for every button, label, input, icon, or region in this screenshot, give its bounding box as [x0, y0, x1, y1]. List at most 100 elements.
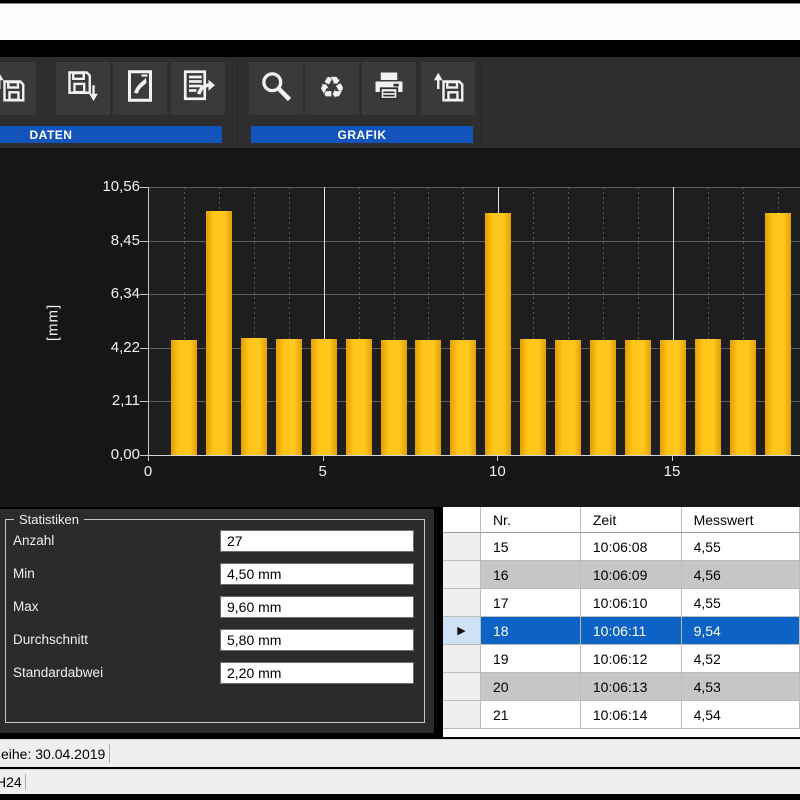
stat-value-max-input[interactable]: 9,60 mm — [220, 596, 414, 618]
table-row[interactable]: 1510:06:084,55 — [443, 533, 800, 561]
statistics-panel: Statistiken Anzahl27Min4,50 mmMax9,60 mm… — [0, 509, 434, 733]
y-axis-title: [mm] — [45, 291, 62, 355]
y-tick-label: 6,34 — [78, 285, 140, 302]
cell-nr: 17 — [481, 589, 581, 617]
x-tick-label: 15 — [650, 463, 694, 480]
measurement-bar — [520, 339, 546, 455]
recycle-icon: ♻ — [319, 74, 346, 104]
cell-zeit: 10:06:12 — [581, 645, 682, 673]
y-tick-mark — [140, 401, 148, 402]
measurement-bar — [171, 340, 197, 455]
measurement-bar — [346, 339, 372, 455]
ribbon-group-label-daten: DATEN — [0, 126, 222, 143]
row-selector-cell[interactable] — [443, 645, 481, 673]
table-row[interactable]: 1710:06:104,55 — [443, 589, 800, 617]
y-tick-label: 8,45 — [78, 232, 140, 249]
stat-label-standardabwei: Standardabwei — [13, 665, 103, 680]
row-selector-cell[interactable] — [443, 561, 481, 589]
status-bar-device: H24 — [0, 769, 800, 794]
measurement-bar — [555, 340, 581, 455]
stat-label-min: Min — [13, 566, 35, 581]
cell-messwert: 4,54 — [682, 701, 800, 729]
refresh-graphic-button[interactable]: ♻ — [305, 62, 359, 115]
x-tick-label: 0 — [126, 463, 170, 480]
x-tick-mark — [497, 455, 498, 461]
table-row[interactable]: 2010:06:134,53 — [443, 673, 800, 701]
export-report-button[interactable] — [171, 62, 225, 115]
cell-messwert: 4,52 — [682, 645, 800, 673]
y-tick-label: 10,56 — [78, 178, 140, 195]
status-series-date: eihe: 30.04.2019 — [1, 746, 105, 762]
y-tick-label: 0,00 — [78, 446, 140, 463]
cell-nr: 21 — [481, 701, 581, 729]
row-selector-cell[interactable] — [443, 673, 481, 701]
status-device-id: H24 — [0, 774, 22, 790]
table-row[interactable]: 2110:06:144,54 — [443, 701, 800, 729]
measurement-bar — [450, 340, 476, 455]
toolbar-group-divider — [237, 61, 238, 147]
y-tick-mark — [140, 294, 148, 295]
zoom-graphic-button[interactable] — [249, 62, 303, 115]
stat-value-anzahl-input[interactable]: 27 — [220, 530, 414, 552]
gridline-horizontal — [149, 187, 800, 188]
cell-messwert: 4,55 — [682, 589, 800, 617]
measurement-bar — [415, 340, 441, 455]
cell-nr: 18 — [481, 617, 581, 645]
load-data-button[interactable] — [0, 62, 36, 115]
stat-label-max: Max — [13, 599, 39, 614]
status-separator — [109, 744, 110, 763]
row-selector-cell[interactable] — [443, 701, 481, 729]
chart-area: [mm] 10,568,456,344,222,110,00051015 — [0, 148, 800, 507]
x-tick-label: 10 — [475, 463, 519, 480]
measurement-bar — [485, 213, 511, 455]
y-tick-mark — [140, 455, 148, 456]
cell-nr: 19 — [481, 645, 581, 673]
cell-zeit: 10:06:14 — [581, 701, 682, 729]
measurement-bar — [695, 339, 721, 455]
cell-messwert: 4,55 — [682, 533, 800, 561]
print-graphic-button[interactable] — [362, 62, 416, 115]
cell-messwert: 9,54 — [682, 617, 800, 645]
cell-zeit: 10:06:08 — [581, 533, 682, 561]
process-document-button[interactable] — [113, 62, 167, 115]
cell-nr: 20 — [481, 673, 581, 701]
document-tool-icon — [122, 68, 158, 109]
stat-label-anzahl: Anzahl — [13, 533, 54, 548]
cell-zeit: 10:06:11 — [581, 617, 682, 645]
status-bar-series: eihe: 30.04.2019 — [0, 739, 800, 767]
row-selector-cell[interactable] — [443, 589, 481, 617]
row-selector-cell[interactable] — [443, 533, 481, 561]
table-header-selector — [443, 507, 481, 533]
table-header-nr: Nr. — [481, 507, 581, 533]
table-row[interactable]: 1910:06:124,52 — [443, 645, 800, 673]
measurement-bar — [625, 340, 651, 455]
cell-zeit: 10:06:10 — [581, 589, 682, 617]
cell-zeit: 10:06:09 — [581, 561, 682, 589]
table-row[interactable]: 1610:06:094,56 — [443, 561, 800, 589]
measurement-table: Nr. Zeit Messwert 1510:06:084,551610:06:… — [443, 507, 800, 737]
stat-label-durchschnitt: Durchschnitt — [13, 632, 88, 647]
measurement-bar — [590, 340, 616, 455]
table-header-zeit: Zeit — [581, 507, 682, 533]
table-header-row: Nr. Zeit Messwert — [443, 507, 800, 533]
table-row[interactable]: ▶ 1810:06:119,54 — [443, 617, 800, 645]
stat-value-standardabwei-input[interactable]: 2,20 mm — [220, 662, 414, 684]
top-window-strip — [0, 3, 800, 40]
save-graphic-button[interactable] — [421, 62, 475, 115]
save-data-button[interactable] — [56, 62, 110, 115]
floppy-arrow-down-icon — [65, 68, 101, 109]
measurement-bar — [660, 340, 686, 455]
table-header-messwert: Messwert — [682, 507, 800, 533]
row-selector-cell[interactable]: ▶ — [443, 617, 481, 645]
selected-row-marker-icon: ▶ — [457, 624, 465, 637]
magnifier-icon — [258, 68, 294, 109]
toolbar: ♻ DATEN GRAFIK — [0, 57, 800, 148]
stat-value-durchschnitt-input[interactable]: 5,80 mm — [220, 629, 414, 651]
cell-messwert: 4,56 — [682, 561, 800, 589]
y-tick-mark — [140, 187, 148, 188]
measurement-bar — [206, 211, 232, 455]
printer-icon — [371, 68, 407, 109]
y-tick-label: 4,22 — [78, 339, 140, 356]
stat-value-min-input[interactable]: 4,50 mm — [220, 563, 414, 585]
x-tick-mark — [672, 455, 673, 461]
